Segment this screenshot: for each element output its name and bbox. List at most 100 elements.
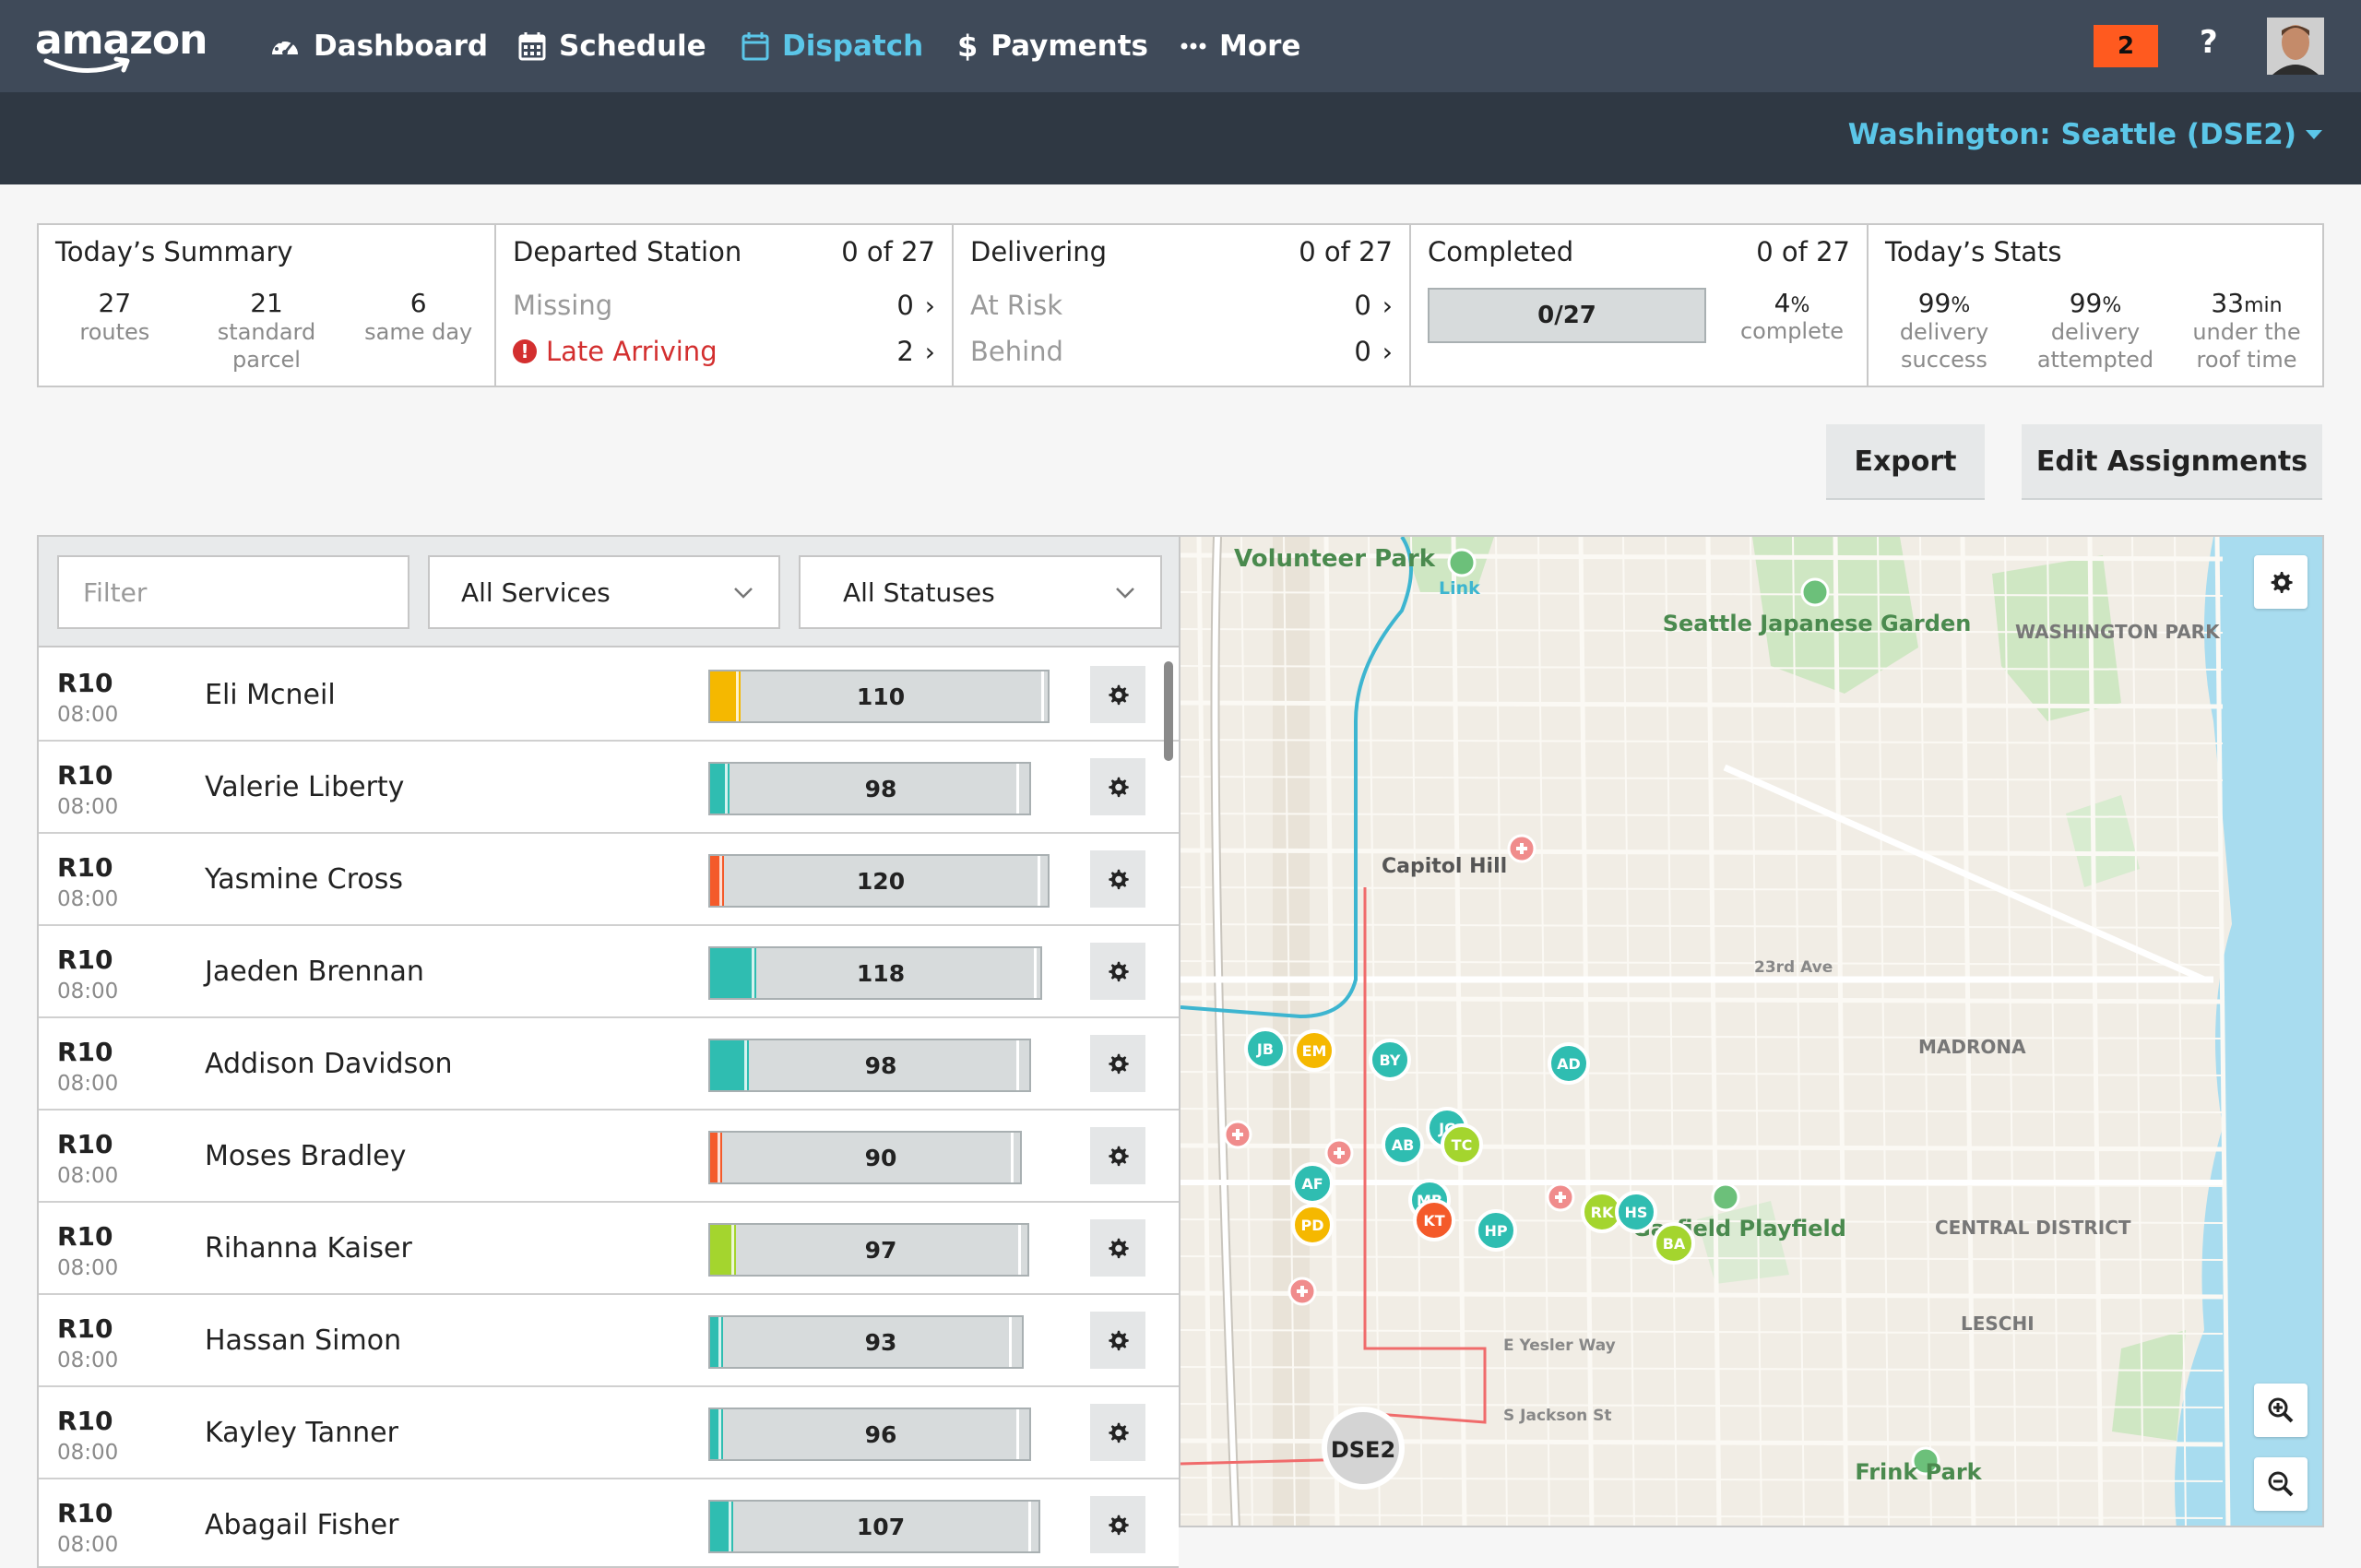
route-row[interactable]: R10 08:00 Addison Davidson 98 [39, 1018, 1179, 1111]
edit-assignments-button[interactable]: Edit Assignments [2022, 424, 2322, 498]
driver-name[interactable]: Valerie Liberty [205, 771, 404, 803]
street-line [1960, 537, 1976, 1526]
route-row[interactable]: R10 08:00 Abagail Fisher 107 [39, 1479, 1179, 1566]
gear-icon [2271, 572, 2293, 593]
filter-bar: Filter All Services All Statuses [39, 537, 1179, 647]
route-settings-button[interactable] [1090, 1496, 1145, 1553]
pin-label: HS [1625, 1204, 1648, 1221]
route-settings-button[interactable] [1090, 1312, 1145, 1369]
driver-name[interactable]: Hassan Simon [205, 1324, 401, 1357]
driver-name[interactable]: Abagail Fisher [205, 1509, 398, 1541]
pin-label: TC [1452, 1136, 1473, 1154]
chevron-right-icon: › [1382, 336, 1393, 367]
nav-more[interactable]: More [1180, 26, 1300, 66]
station-selector[interactable]: Washington: Seattle (DSE2) [1848, 118, 2322, 151]
route-row[interactable]: R10 08:00 Eli Mcneil 110 [39, 649, 1179, 742]
route-settings-button[interactable] [1090, 758, 1145, 815]
park-icon [1447, 548, 1477, 577]
nav-dashboard[interactable]: Dashboard [269, 26, 488, 66]
pin-label: HP [1484, 1222, 1507, 1240]
station-label: DSE2 [1331, 1437, 1395, 1463]
driver-name[interactable]: Kayley Tanner [205, 1417, 398, 1449]
street-line [1537, 537, 1550, 1526]
route-row[interactable]: R10 08:00 Yasmine Cross 120 [39, 834, 1179, 926]
route-progress-bar: 98 [708, 762, 1031, 815]
chevron-down-icon [1116, 588, 1134, 599]
route-progress-bar: 107 [708, 1500, 1040, 1553]
zoom-in-button[interactable] [2254, 1384, 2308, 1437]
late-arriving-row[interactable]: ! Late Arriving 2 › [513, 336, 935, 367]
nav-schedule[interactable]: Schedule [518, 26, 706, 66]
route-row[interactable]: R10 08:00 Jaeden Brennan 118 [39, 926, 1179, 1018]
street-line [1368, 537, 1381, 1526]
avatar[interactable] [2267, 18, 2324, 75]
export-button[interactable]: Export [1826, 424, 1985, 498]
help-button[interactable]: ? [2200, 24, 2218, 61]
route-id: R10 [57, 1498, 113, 1528]
delivery-success-stat: 99% delivery success [1899, 288, 1989, 373]
driver-name[interactable]: Moses Bradley [205, 1140, 406, 1172]
package-count: 98 [864, 775, 897, 802]
route-settings-button[interactable] [1090, 1035, 1145, 1092]
route-row[interactable]: R10 08:00 Rihanna Kaiser 97 [39, 1203, 1179, 1295]
street-line [1180, 995, 2224, 1004]
map-canvas[interactable]: Volunteer Park Seattle Japanese Garden WAS… [1180, 537, 2324, 1527]
route-progress-bar: 93 [708, 1315, 1024, 1369]
map-settings-button[interactable] [2254, 555, 2308, 609]
chevron-down-icon [734, 588, 753, 599]
driver-name[interactable]: Rihanna Kaiser [205, 1232, 412, 1265]
route-row[interactable]: R10 08:00 Kayley Tanner 96 [39, 1387, 1179, 1479]
street-line [1180, 1071, 2224, 1076]
map-label: Capitol Hill [1382, 855, 1507, 878]
card-title: Today’s Stats [1885, 236, 2062, 267]
route-time: 08:00 [57, 980, 119, 1004]
services-select[interactable]: All Services [428, 555, 780, 629]
card-title: Departed Station [513, 236, 742, 267]
scrollbar[interactable] [1164, 661, 1173, 761]
route-list: R10 08:00 Eli Mcneil 110 R10 08:00 Valerie Lib… [39, 649, 1179, 1566]
route-time: 08:00 [57, 1072, 119, 1096]
nav-dispatch[interactable]: Dispatch [742, 26, 923, 66]
route-settings-button[interactable] [1090, 666, 1145, 723]
user-photo-icon [2267, 18, 2324, 75]
route-settings-button[interactable] [1090, 943, 1145, 1000]
route-settings-button[interactable] [1090, 1404, 1145, 1461]
route-id: R10 [57, 852, 113, 883]
driver-name[interactable]: Jaeden Brennan [205, 956, 424, 988]
route-row[interactable]: R10 08:00 Hassan Simon 93 [39, 1295, 1179, 1387]
map-label: Frink Park [1855, 1459, 1982, 1485]
route-row[interactable]: R10 08:00 Moses Bradley 90 [39, 1111, 1179, 1203]
route-map[interactable]: Volunteer Park Seattle Japanese Garden WAS… [1179, 535, 2324, 1527]
behind-row[interactable]: Behind 0 › [970, 336, 1393, 367]
chevron-right-icon: › [924, 336, 935, 367]
nav-more-label: More [1219, 30, 1301, 63]
route-id: R10 [57, 1313, 113, 1344]
route-time: 08:00 [57, 703, 119, 727]
nav-schedule-label: Schedule [559, 30, 706, 63]
gear-icon [1109, 777, 1129, 798]
park-icon [1711, 1182, 1740, 1212]
notification-badge[interactable]: 2 [2094, 25, 2158, 67]
driver-name[interactable]: Eli Mcneil [205, 679, 336, 711]
driver-name[interactable]: Addison Davidson [205, 1048, 453, 1080]
route-progress-bar: 118 [708, 946, 1042, 1000]
at-risk-row[interactable]: At Risk 0 › [970, 290, 1393, 321]
alert-icon: ! [513, 339, 537, 363]
nav-payments[interactable]: $ Payments [957, 26, 1148, 66]
missing-row[interactable]: Missing 0 › [513, 290, 935, 321]
gear-icon [1109, 1422, 1129, 1443]
driver-name[interactable]: Yasmine Cross [205, 863, 403, 896]
route-id: R10 [57, 760, 113, 790]
route-settings-button[interactable] [1090, 1219, 1145, 1277]
route-settings-button[interactable] [1090, 850, 1145, 908]
route-settings-button[interactable] [1090, 1127, 1145, 1184]
street-line [1180, 960, 2224, 966]
route-row[interactable]: R10 08:00 Valerie Liberty 98 [39, 742, 1179, 834]
amazon-logo[interactable]: amazon [35, 17, 208, 76]
zoom-out-button[interactable] [2254, 1457, 2308, 1511]
map-label: E Yesler Way [1503, 1336, 1616, 1355]
filter-input[interactable]: Filter [57, 555, 409, 629]
nav-payments-label: Payments [991, 30, 1148, 63]
station-label: Washington: Seattle (DSE2) [1847, 118, 2296, 151]
statuses-select[interactable]: All Statuses [799, 555, 1162, 629]
